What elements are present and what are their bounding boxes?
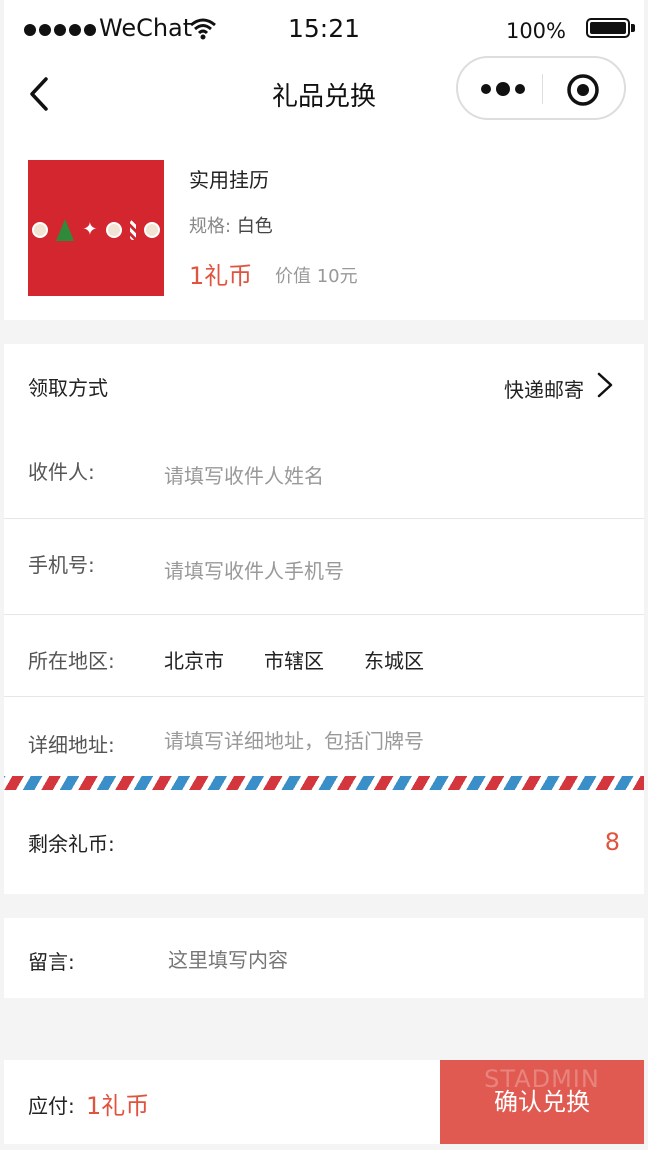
chevron-right-icon	[597, 372, 613, 398]
phone-input[interactable]: 请填写收件人手机号	[164, 555, 344, 584]
remaining-coins-row: 剩余礼币: 8	[4, 790, 644, 894]
battery-icon	[586, 18, 630, 38]
bottom-bar: 应付: 1礼币 STADMIN 确认兑换	[4, 1060, 644, 1144]
region-city[interactable]: 市辖区	[264, 645, 324, 674]
phone-row: 手机号: 请填写收件人手机号	[4, 519, 644, 614]
pay-amount: 1礼币	[86, 1092, 150, 1120]
region-row: 所在地区: 北京市 市辖区 东城区	[4, 615, 644, 696]
product-name: 实用挂历	[189, 168, 269, 192]
battery-tip	[631, 24, 635, 32]
region-label: 所在地区:	[28, 649, 115, 673]
product-worth: 价值 10元	[275, 266, 358, 287]
address-label: 详细地址:	[28, 733, 115, 757]
message-input[interactable]: 这里填写内容	[168, 944, 288, 973]
mini-program-capsule	[456, 56, 626, 120]
receiver-row: 收件人: 请填写收件人姓名	[4, 432, 644, 518]
shipping-form: 领取方式 快递邮寄 收件人: 请填写收件人姓名 手机号: 请填写收件人手机号 所…	[4, 344, 644, 776]
message-row: 留言: 这里填写内容	[4, 918, 644, 998]
pickup-method-row[interactable]: 领取方式 快递邮寄	[4, 344, 644, 424]
region-province[interactable]: 北京市	[164, 645, 224, 674]
product-price: 1礼币	[189, 262, 253, 290]
pay-label: 应付:	[28, 1094, 75, 1118]
product-image: ✦	[28, 160, 164, 296]
receiver-label: 收件人:	[28, 460, 95, 484]
region-district[interactable]: 东城区	[364, 645, 424, 674]
pickup-method-label: 领取方式	[28, 376, 108, 400]
more-dots-icon[interactable]	[478, 78, 528, 100]
receiver-input[interactable]: 请填写收件人姓名	[164, 460, 324, 489]
phone-screen: WeChat 15:21 100% 礼品兑换 ✦ 实用挂历 规格: 白色 1礼币…	[4, 0, 644, 1146]
address-input[interactable]: 请填写详细地址，包括门牌号	[164, 725, 424, 754]
phone-label: 手机号:	[28, 553, 95, 577]
target-circle-icon[interactable]	[566, 73, 600, 107]
product-image-decor: ✦	[28, 216, 164, 244]
product-spec: 规格: 白色	[189, 212, 273, 238]
pickup-method-value: 快递邮寄	[504, 378, 584, 402]
remaining-coins-value: 8	[604, 828, 620, 856]
battery-percent: 100%	[505, 19, 566, 43]
confirm-exchange-label: 确认兑换	[494, 1088, 590, 1116]
capsule-divider	[542, 74, 543, 104]
status-bar: WeChat 15:21 100%	[4, 0, 644, 56]
spec-label: 规格:	[189, 216, 232, 237]
message-label: 留言:	[28, 950, 75, 974]
product-card: ✦ 实用挂历 规格: 白色 1礼币 价值 10元	[4, 128, 644, 320]
remaining-coins-label: 剩余礼币:	[28, 832, 115, 856]
spec-value: 白色	[236, 216, 273, 237]
confirm-exchange-button[interactable]: STADMIN 确认兑换	[440, 1060, 644, 1144]
navigation-bar: 礼品兑换	[4, 56, 644, 128]
airmail-stripe	[4, 776, 644, 790]
address-row: 详细地址: 请填写详细地址，包括门牌号	[4, 697, 644, 776]
